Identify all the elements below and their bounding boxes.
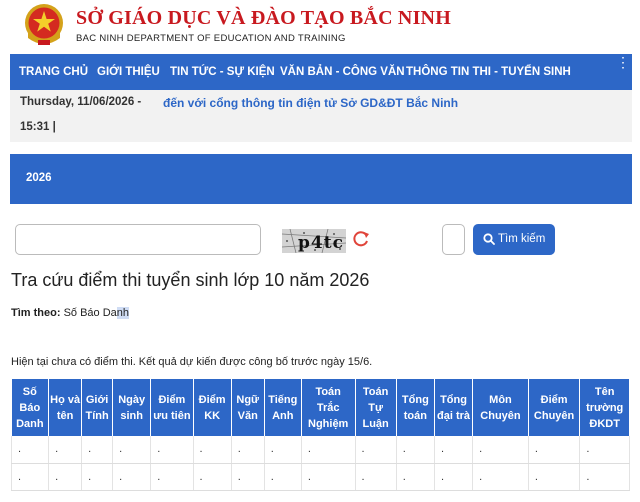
- table-header-row: Số Báo Danh Họ và tên Giới Tính Ngày sin…: [11, 379, 630, 436]
- col-header: Ngày sinh: [112, 379, 152, 436]
- search-by-label: Tìm theo:: [11, 307, 61, 319]
- col-header: Điểm Chuyên: [528, 379, 581, 436]
- tab-year[interactable]: 2026: [26, 172, 52, 184]
- table-cell: .: [231, 436, 265, 464]
- table-cell: .: [396, 463, 435, 491]
- captcha-input[interactable]: [442, 224, 465, 255]
- col-header: Tên trường ĐKDT: [579, 379, 630, 436]
- table-cell: .: [264, 436, 302, 464]
- site-title: SỞ GIÁO DỤC VÀ ĐÀO TẠO BẮC NINH: [76, 7, 451, 29]
- table-cell: .: [81, 463, 114, 491]
- table-cell: .: [10, 436, 50, 464]
- col-header: Môn Chuyên: [472, 379, 529, 436]
- table-cell: .: [355, 436, 397, 464]
- col-header: Tổng đại trà: [434, 379, 474, 436]
- col-header: Tiếng Anh: [264, 379, 302, 436]
- nav-item-about[interactable]: GIỚI THIỆU: [97, 54, 160, 90]
- current-time: 15:31 |: [20, 121, 56, 133]
- welcome-marquee: đến với cổng thông tin điện tử Sở GD&ĐT …: [163, 96, 459, 110]
- table-cell: .: [301, 463, 356, 491]
- col-header: Số Báo Danh: [11, 379, 50, 436]
- table-cell: .: [10, 463, 50, 491]
- emblem-logo[interactable]: [22, 2, 66, 50]
- search-button[interactable]: Tìm kiếm: [473, 224, 555, 255]
- table-cell: .: [150, 463, 194, 491]
- table-cell: .: [396, 436, 435, 464]
- col-header: Toán Trắc Nghiệm: [301, 379, 356, 436]
- table-cell: .: [81, 436, 114, 464]
- page-title: Tra cứu điểm thi tuyển sinh lớp 10 năm 2…: [11, 270, 370, 290]
- search-icon: [483, 233, 495, 245]
- info-bar: Thursday, 11/06/2026 - 15:31 | đến với c…: [10, 90, 632, 142]
- table-cell: .: [301, 436, 356, 464]
- table-cell: .: [48, 463, 83, 491]
- nav-item-documents[interactable]: VĂN BẢN - CÔNG VĂN: [280, 54, 405, 90]
- col-header: Toán Tự Luận: [355, 379, 397, 436]
- table-cell: .: [528, 436, 581, 464]
- captcha-text: p4tc: [298, 233, 344, 253]
- table-cell: .: [231, 463, 265, 491]
- table-cell: .: [434, 436, 474, 464]
- table-cell: .: [112, 436, 152, 464]
- results-table: Số Báo Danh Họ và tên Giới Tính Ngày sin…: [10, 379, 630, 491]
- site-header: SỞ GIÁO DỤC VÀ ĐÀO TẠO BẮC NINH BAC NINH…: [0, 0, 640, 54]
- col-header: Ngữ Văn: [231, 379, 265, 436]
- site-subtitle: BAC NINH DEPARTMENT OF EDUCATION AND TRA…: [76, 33, 346, 44]
- nav-item-news[interactable]: TIN TỨC - SỰ KIỆN: [170, 54, 275, 90]
- results-notice: Hiện tại chưa có điểm thi. Kết quả dự ki…: [11, 356, 373, 368]
- table-cell: .: [112, 463, 152, 491]
- candidate-number-input[interactable]: [15, 224, 261, 255]
- table-cell: .: [472, 436, 529, 464]
- table-cell: .: [193, 436, 232, 464]
- search-by: Tìm theo: Số Báo Danh: [11, 307, 130, 319]
- table-cell: .: [528, 463, 581, 491]
- year-bar: 2026: [10, 154, 632, 204]
- table-cell: .: [579, 463, 630, 491]
- table-cell: .: [264, 463, 302, 491]
- nav-item-home[interactable]: TRANG CHỦ: [19, 54, 88, 90]
- table-row: . . . . . . . . . . . . . . .: [10, 436, 630, 464]
- table-row: . . . . . . . . . . . . . . .: [10, 463, 630, 491]
- col-header: Điểm ưu tiên: [150, 379, 194, 436]
- table-cell: .: [434, 463, 474, 491]
- table-cell: .: [355, 463, 397, 491]
- col-header: Họ và tên: [48, 379, 83, 436]
- main-nav: TRANG CHỦ GIỚI THIỆU TIN TỨC - SỰ KIỆN V…: [10, 54, 632, 90]
- table-cell: .: [48, 436, 83, 464]
- table-cell: .: [472, 463, 529, 491]
- col-header: Giới Tính: [81, 379, 114, 436]
- search-by-value: Số Báo Danh: [63, 307, 130, 319]
- current-date: Thursday, 11/06/2026 -: [20, 96, 142, 108]
- table-cell: .: [193, 463, 232, 491]
- refresh-icon[interactable]: [352, 229, 370, 249]
- search-button-label: Tìm kiếm: [498, 233, 546, 245]
- table-cell: .: [579, 436, 630, 464]
- table-cell: .: [150, 436, 194, 464]
- col-header: Tổng toán: [396, 379, 435, 436]
- nav-item-exam-info[interactable]: THÔNG TIN THI - TUYỂN SINH: [406, 54, 571, 90]
- more-vertical-icon[interactable]: ⋮: [616, 55, 630, 69]
- captcha-image: p4tc: [282, 229, 346, 253]
- col-header: Điểm KK: [193, 379, 232, 436]
